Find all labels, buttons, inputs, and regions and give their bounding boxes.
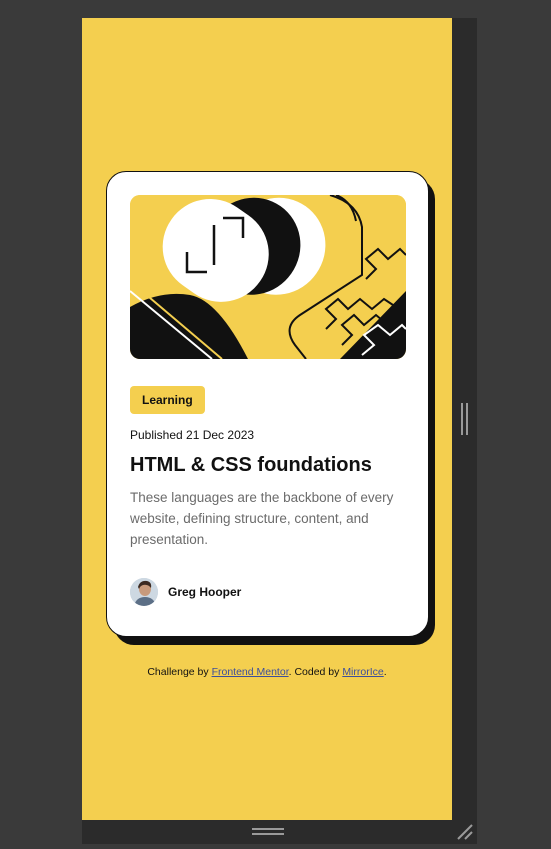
attribution-middle: . Coded by [288, 666, 343, 678]
avatar [130, 578, 158, 606]
frontend-mentor-link[interactable]: Frontend Mentor [212, 666, 289, 678]
resize-corner-icon[interactable] [456, 823, 474, 841]
attribution-prefix: Challenge by [147, 666, 212, 678]
horizontal-grip-icon[interactable] [252, 828, 284, 836]
blog-preview-card: Learning Published 21 Dec 2023 HTML & CS… [106, 171, 429, 637]
category-tag: Learning [130, 386, 205, 414]
hero-illustration [130, 195, 406, 359]
author-link[interactable]: MirrorIce [342, 666, 383, 678]
author: Greg Hooper [130, 578, 241, 606]
attribution-suffix: . [383, 666, 387, 678]
card-description: These languages are the backbone of ever… [130, 490, 394, 547]
vertical-grip-icon[interactable] [461, 403, 469, 435]
published-date: Published 21 Dec 2023 [130, 428, 255, 442]
author-name: Greg Hooper [168, 585, 242, 599]
card-title[interactable]: HTML & CSS foundations [130, 454, 372, 477]
avatar-portrait-icon [130, 578, 158, 606]
attribution: Challenge by Frontend Mentor. Coded by M… [82, 666, 452, 678]
abstract-illustration-icon [130, 195, 406, 359]
